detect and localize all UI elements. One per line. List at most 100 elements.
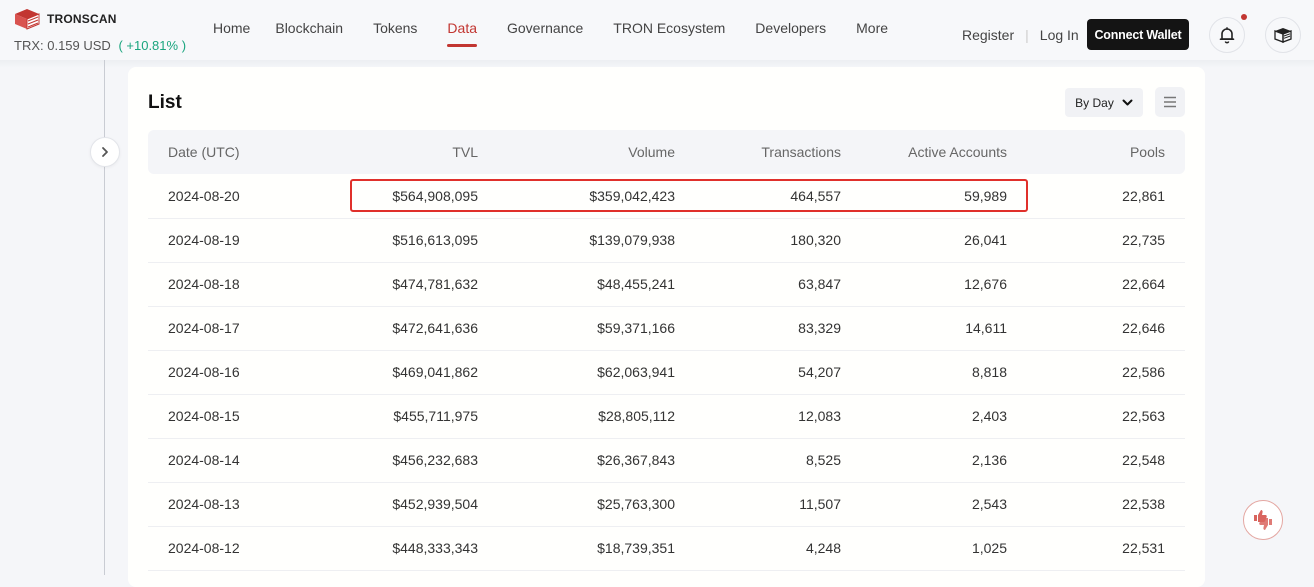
table-row[interactable]: 2024-08-19 $516,613,095 $139,079,938 180,32… [148,218,1185,263]
cell-pools: 22,563 [1007,394,1185,439]
table-row[interactable]: 2024-08-20 $564,908,095 $359,042,423 464,55… [148,174,1185,219]
cell-volume: $59,371,166 [478,306,675,351]
list-menu-button[interactable] [1155,87,1185,117]
cell-transactions: 180,320 [675,218,841,263]
chevron-down-icon [1122,99,1133,105]
cell-date: 2024-08-15 [148,394,298,439]
cell-tvl: $455,711,975 [298,394,478,439]
list-title: List [148,92,182,113]
cell-volume: $359,042,423 [478,174,675,219]
register-link[interactable]: Register [962,27,1014,43]
cell-date: 2024-08-14 [148,438,298,483]
period-select-value: By Day [1075,95,1114,110]
cell-active-accounts: 2,403 [841,394,1007,439]
cell-tvl: $474,781,632 [298,262,478,307]
table-body: 2024-08-20 $564,908,095 $359,042,423 464,55… [148,174,1185,571]
nav-tron-ecosystem[interactable]: TRON Ecosystem [613,20,725,36]
cell-active-accounts: 2,136 [841,438,1007,483]
nav-developers[interactable]: Developers [755,20,826,36]
sidebar-expand-button[interactable] [90,137,120,167]
top-navigation-bar: TRONSCAN TRX: 0.159 USD ( +10.81% ) Home… [0,0,1314,60]
tronscan-logo-icon [15,9,40,30]
cell-volume: $18,739,351 [478,526,675,571]
nav-data[interactable]: Data [447,20,477,47]
nav-tokens[interactable]: Tokens [373,20,417,36]
cell-volume: $26,367,843 [478,438,675,483]
cell-tvl: $452,939,504 [298,482,478,527]
cell-volume: $48,455,241 [478,262,675,307]
cell-pools: 22,548 [1007,438,1185,483]
auth-separator: | [1025,27,1029,43]
cell-transactions: 464,557 [675,174,841,219]
cell-transactions: 54,207 [675,350,841,395]
column-header-active-accounts: Active Accounts [841,130,1007,174]
cell-transactions: 11,507 [675,482,841,527]
logo-text: TRONSCAN [47,12,117,26]
trx-price: TRX: 0.159 USD ( +10.81% ) [14,38,186,53]
cell-date: 2024-08-16 [148,350,298,395]
cell-pools: 22,531 [1007,526,1185,571]
cell-transactions: 12,083 [675,394,841,439]
cell-active-accounts: 26,041 [841,218,1007,263]
cell-transactions: 4,248 [675,526,841,571]
bell-icon [1219,27,1235,44]
nav-governance[interactable]: Governance [507,20,583,36]
table-row[interactable]: 2024-08-18 $474,781,632 $48,455,241 63,847 1… [148,262,1185,307]
trx-price-value: TRX: 0.159 USD [14,38,111,53]
list-card: List By Day Date (UTC) TVL Volume Transa… [128,67,1205,587]
column-header-pools: Pools [1007,130,1185,174]
cell-active-accounts: 2,543 [841,482,1007,527]
table-row[interactable]: 2024-08-12 $448,333,343 $18,739,351 4,248 1,… [148,526,1185,571]
column-header-volume: Volume [478,130,675,174]
cell-pools: 22,586 [1007,350,1185,395]
nav-home[interactable]: Home [213,20,250,36]
cell-pools: 22,664 [1007,262,1185,307]
nav-more[interactable]: More [856,20,888,36]
table-row[interactable]: 2024-08-16 $469,041,862 $62,063,941 54,207 8… [148,350,1185,395]
table-row[interactable]: 2024-08-13 $452,939,504 $25,763,300 11,507 2… [148,482,1185,527]
column-header-date: Date (UTC) [148,130,298,174]
cell-active-accounts: 59,989 [841,174,1007,219]
data-table: Date (UTC) TVL Volume Transactions Activ… [148,130,1185,571]
cell-pools: 22,861 [1007,174,1185,219]
cell-pools: 22,538 [1007,482,1185,527]
cell-date: 2024-08-12 [148,526,298,571]
cell-pools: 22,646 [1007,306,1185,351]
cell-tvl: $448,333,343 [298,526,478,571]
connect-wallet-button[interactable]: Connect Wallet [1087,19,1189,50]
cell-tvl: $564,908,095 [298,174,478,219]
cell-active-accounts: 12,676 [841,262,1007,307]
cell-tvl: $516,613,095 [298,218,478,263]
cell-date: 2024-08-18 [148,262,298,307]
trx-price-change: ( +10.81% ) [118,38,187,53]
period-select[interactable]: By Day [1065,88,1143,117]
cell-tvl: $456,232,683 [298,438,478,483]
chevron-right-icon [102,147,108,157]
hamburger-icon [1164,96,1176,108]
table-row[interactable]: 2024-08-17 $472,641,636 $59,371,166 83,329 1… [148,306,1185,351]
stack-icon [1274,28,1292,43]
cell-transactions: 8,525 [675,438,841,483]
nav-blockchain[interactable]: Blockchain [275,20,343,36]
notifications-button[interactable] [1209,17,1245,53]
tronscan-logo[interactable]: TRONSCAN [13,8,117,30]
cell-volume: $62,063,941 [478,350,675,395]
cell-tvl: $472,641,636 [298,306,478,351]
cell-date: 2024-08-20 [148,174,298,219]
login-link[interactable]: Log In [1040,27,1079,43]
notification-badge-dot [1241,14,1247,20]
cell-date: 2024-08-13 [148,482,298,527]
cell-volume: $28,805,112 [478,394,675,439]
table-row[interactable]: 2024-08-14 $456,232,683 $26,367,843 8,525 2,… [148,438,1185,483]
cell-tvl: $469,041,862 [298,350,478,395]
auth-links: Register | Log In [962,27,1079,43]
cell-transactions: 83,329 [675,306,841,351]
table-row[interactable]: 2024-08-15 $455,711,975 $28,805,112 12,083 2… [148,394,1185,439]
cell-volume: $25,763,300 [478,482,675,527]
apps-button[interactable] [1265,17,1301,53]
column-header-transactions: Transactions [675,130,841,174]
cell-active-accounts: 1,025 [841,526,1007,571]
feedback-button[interactable] [1243,500,1283,540]
cell-active-accounts: 8,818 [841,350,1007,395]
cell-transactions: 63,847 [675,262,841,307]
